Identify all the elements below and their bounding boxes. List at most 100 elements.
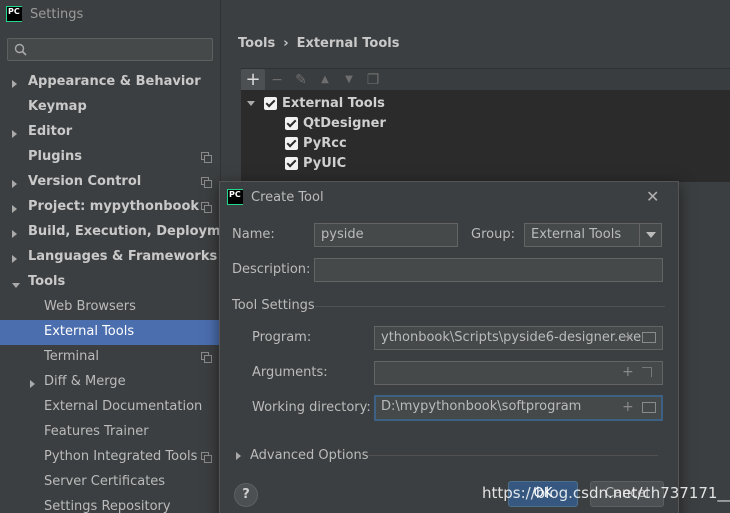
sidebar-item-label: Python Integrated Tools xyxy=(44,449,198,464)
insert-macro-icon[interactable]: + xyxy=(622,329,634,345)
sidebar-item-appearance-behavior[interactable]: Appearance & Behavior xyxy=(0,70,220,95)
working-directory-value: D:\mypythonbook\softprogram xyxy=(381,399,582,414)
sidebar-item-label: Editor xyxy=(28,124,73,139)
chevron-down-icon[interactable] xyxy=(639,224,661,246)
tree-item-pyrcc[interactable]: PyRcc xyxy=(285,133,347,153)
tree-item-pyuic[interactable]: PyUIC xyxy=(285,153,346,173)
sidebar-item-python-integrated-tools[interactable]: Python Integrated Tools xyxy=(0,445,220,470)
breadcrumb: Tools › External Tools xyxy=(238,36,399,51)
breadcrumb-separator: › xyxy=(283,36,289,51)
sidebar-item-label: External Tools xyxy=(44,324,135,339)
watermark-text: https://blog.csdn.net/ch737171__ xyxy=(482,484,730,502)
working-directory-field-icons: + xyxy=(622,399,672,415)
sidebar-item-project-mypythonbook[interactable]: Project: mypythonbook xyxy=(0,195,220,220)
dialog-title-bar: Create Tool xyxy=(227,189,324,205)
sidebar-item-keymap[interactable]: Keymap xyxy=(0,95,220,120)
window-title: Settings xyxy=(30,6,84,22)
tree-item-label: PyUIC xyxy=(303,155,347,171)
breadcrumb-parent[interactable]: Tools xyxy=(238,36,275,51)
remove-button[interactable]: − xyxy=(265,69,289,91)
chevron-right-icon[interactable] xyxy=(12,77,22,88)
description-field[interactable] xyxy=(314,258,663,282)
advanced-options-divider xyxy=(368,455,658,456)
working-directory-label: Working directory: xyxy=(252,400,371,415)
external-tools-checkbox[interactable] xyxy=(264,96,277,110)
sidebar-item-label: Build, Execution, Deployment xyxy=(28,224,245,239)
arguments-field[interactable] xyxy=(374,361,663,385)
insert-macro-icon[interactable]: + xyxy=(622,364,634,380)
chevron-right-icon[interactable] xyxy=(12,127,22,138)
group-combobox[interactable]: External Tools xyxy=(524,223,662,247)
tool-settings-divider xyxy=(315,306,665,307)
sidebar-item-build-execution-deployment[interactable]: Build, Execution, Deployment xyxy=(0,220,245,245)
sidebar-item-editor[interactable]: Editor xyxy=(0,120,220,145)
expand-icon[interactable] xyxy=(641,367,652,377)
project-level-settings-icon xyxy=(201,177,212,188)
chevron-down-icon[interactable] xyxy=(247,100,255,106)
dialog-title: Create Tool xyxy=(251,189,324,205)
tree-item-qtdesigner[interactable]: QtDesigner xyxy=(285,113,386,133)
help-button[interactable]: ? xyxy=(234,483,258,507)
sidebar-item-external-tools[interactable]: External Tools xyxy=(0,320,220,345)
tool-settings-header: Tool Settings xyxy=(232,298,315,313)
sidebar-item-label: Languages & Frameworks xyxy=(28,249,218,264)
browse-folder-icon[interactable] xyxy=(641,402,656,413)
pyuic-checkbox[interactable] xyxy=(285,156,298,170)
sidebar-item-label: Version Control xyxy=(28,174,142,189)
search-icon xyxy=(14,43,28,61)
sidebar-item-languages-frameworks[interactable]: Languages & Frameworks xyxy=(0,245,220,270)
sidebar-item-label: Web Browsers xyxy=(44,299,136,314)
chevron-right-icon[interactable] xyxy=(12,252,22,263)
sidebar-item-features-trainer[interactable]: Features Trainer xyxy=(0,420,220,445)
close-icon[interactable]: ✕ xyxy=(646,189,660,205)
chevron-right-icon xyxy=(236,451,241,460)
edit-button[interactable]: ✎ xyxy=(289,69,313,91)
search-input[interactable] xyxy=(7,38,213,61)
chevron-down-icon[interactable] xyxy=(12,277,22,288)
sidebar-item-label: Settings Repository xyxy=(44,499,171,513)
sidebar-item-tools[interactable]: Tools xyxy=(0,270,220,295)
sidebar-item-label: Terminal xyxy=(44,349,99,364)
sidebar-item-terminal[interactable]: Terminal xyxy=(0,345,220,370)
add-button[interactable]: + xyxy=(241,68,265,91)
tree-group-label: External Tools xyxy=(282,95,385,111)
sidebar-item-web-browsers[interactable]: Web Browsers xyxy=(0,295,220,320)
sidebar-item-settings-repository[interactable]: Settings Repository xyxy=(0,495,220,513)
external-tools-toolbar: + − ✎ ▲ ▼ ❐ xyxy=(241,68,730,91)
program-value: ythonbook\Scripts\pyside6-designer.exe xyxy=(381,330,642,345)
chevron-right-icon[interactable] xyxy=(12,177,22,188)
browse-folder-icon[interactable] xyxy=(641,332,656,343)
sidebar-item-version-control[interactable]: Version Control xyxy=(0,170,220,195)
sidebar-item-diff-merge[interactable]: Diff & Merge xyxy=(0,370,220,395)
external-tools-tree: External Tools QtDesigner PyRcc PyUIC xyxy=(241,90,730,182)
project-level-settings-icon xyxy=(201,202,212,213)
program-field[interactable]: ythonbook\Scripts\pyside6-designer.exe xyxy=(374,326,663,350)
chevron-right-icon[interactable] xyxy=(12,227,22,238)
sidebar-item-plugins[interactable]: Plugins xyxy=(0,145,220,170)
copy-button[interactable]: ❐ xyxy=(361,69,385,91)
insert-macro-icon[interactable]: + xyxy=(622,399,634,415)
advanced-options-label: Advanced Options xyxy=(250,448,369,463)
advanced-options-toggle[interactable]: Advanced Options xyxy=(236,448,369,463)
qtdesigner-checkbox[interactable] xyxy=(285,116,298,130)
name-field[interactable]: pyside xyxy=(314,223,458,247)
sidebar-item-label: Project: mypythonbook xyxy=(28,199,200,214)
sidebar-item-label: Appearance & Behavior xyxy=(28,74,201,89)
chevron-right-icon[interactable] xyxy=(30,377,40,388)
working-directory-field[interactable]: D:\mypythonbook\softprogram xyxy=(374,395,663,421)
chevron-right-icon[interactable] xyxy=(12,202,22,213)
pycharm-logo-icon xyxy=(227,189,243,205)
group-value: External Tools xyxy=(531,227,622,242)
sidebar-item-server-certificates[interactable]: Server Certificates xyxy=(0,470,220,495)
pyrcc-checkbox[interactable] xyxy=(285,136,298,150)
pycharm-logo-icon xyxy=(6,6,22,22)
project-level-settings-icon xyxy=(201,152,212,163)
sidebar-item-label: Server Certificates xyxy=(44,474,166,489)
description-label: Description: xyxy=(232,262,311,277)
tree-item-label: PyRcc xyxy=(303,135,347,151)
sidebar-item-external-documentation[interactable]: External Documentation xyxy=(0,395,220,420)
move-down-button[interactable]: ▼ xyxy=(337,69,361,91)
tree-group-external-tools[interactable]: External Tools xyxy=(247,93,385,113)
move-up-button[interactable]: ▲ xyxy=(313,69,337,91)
program-label: Program: xyxy=(252,330,312,345)
